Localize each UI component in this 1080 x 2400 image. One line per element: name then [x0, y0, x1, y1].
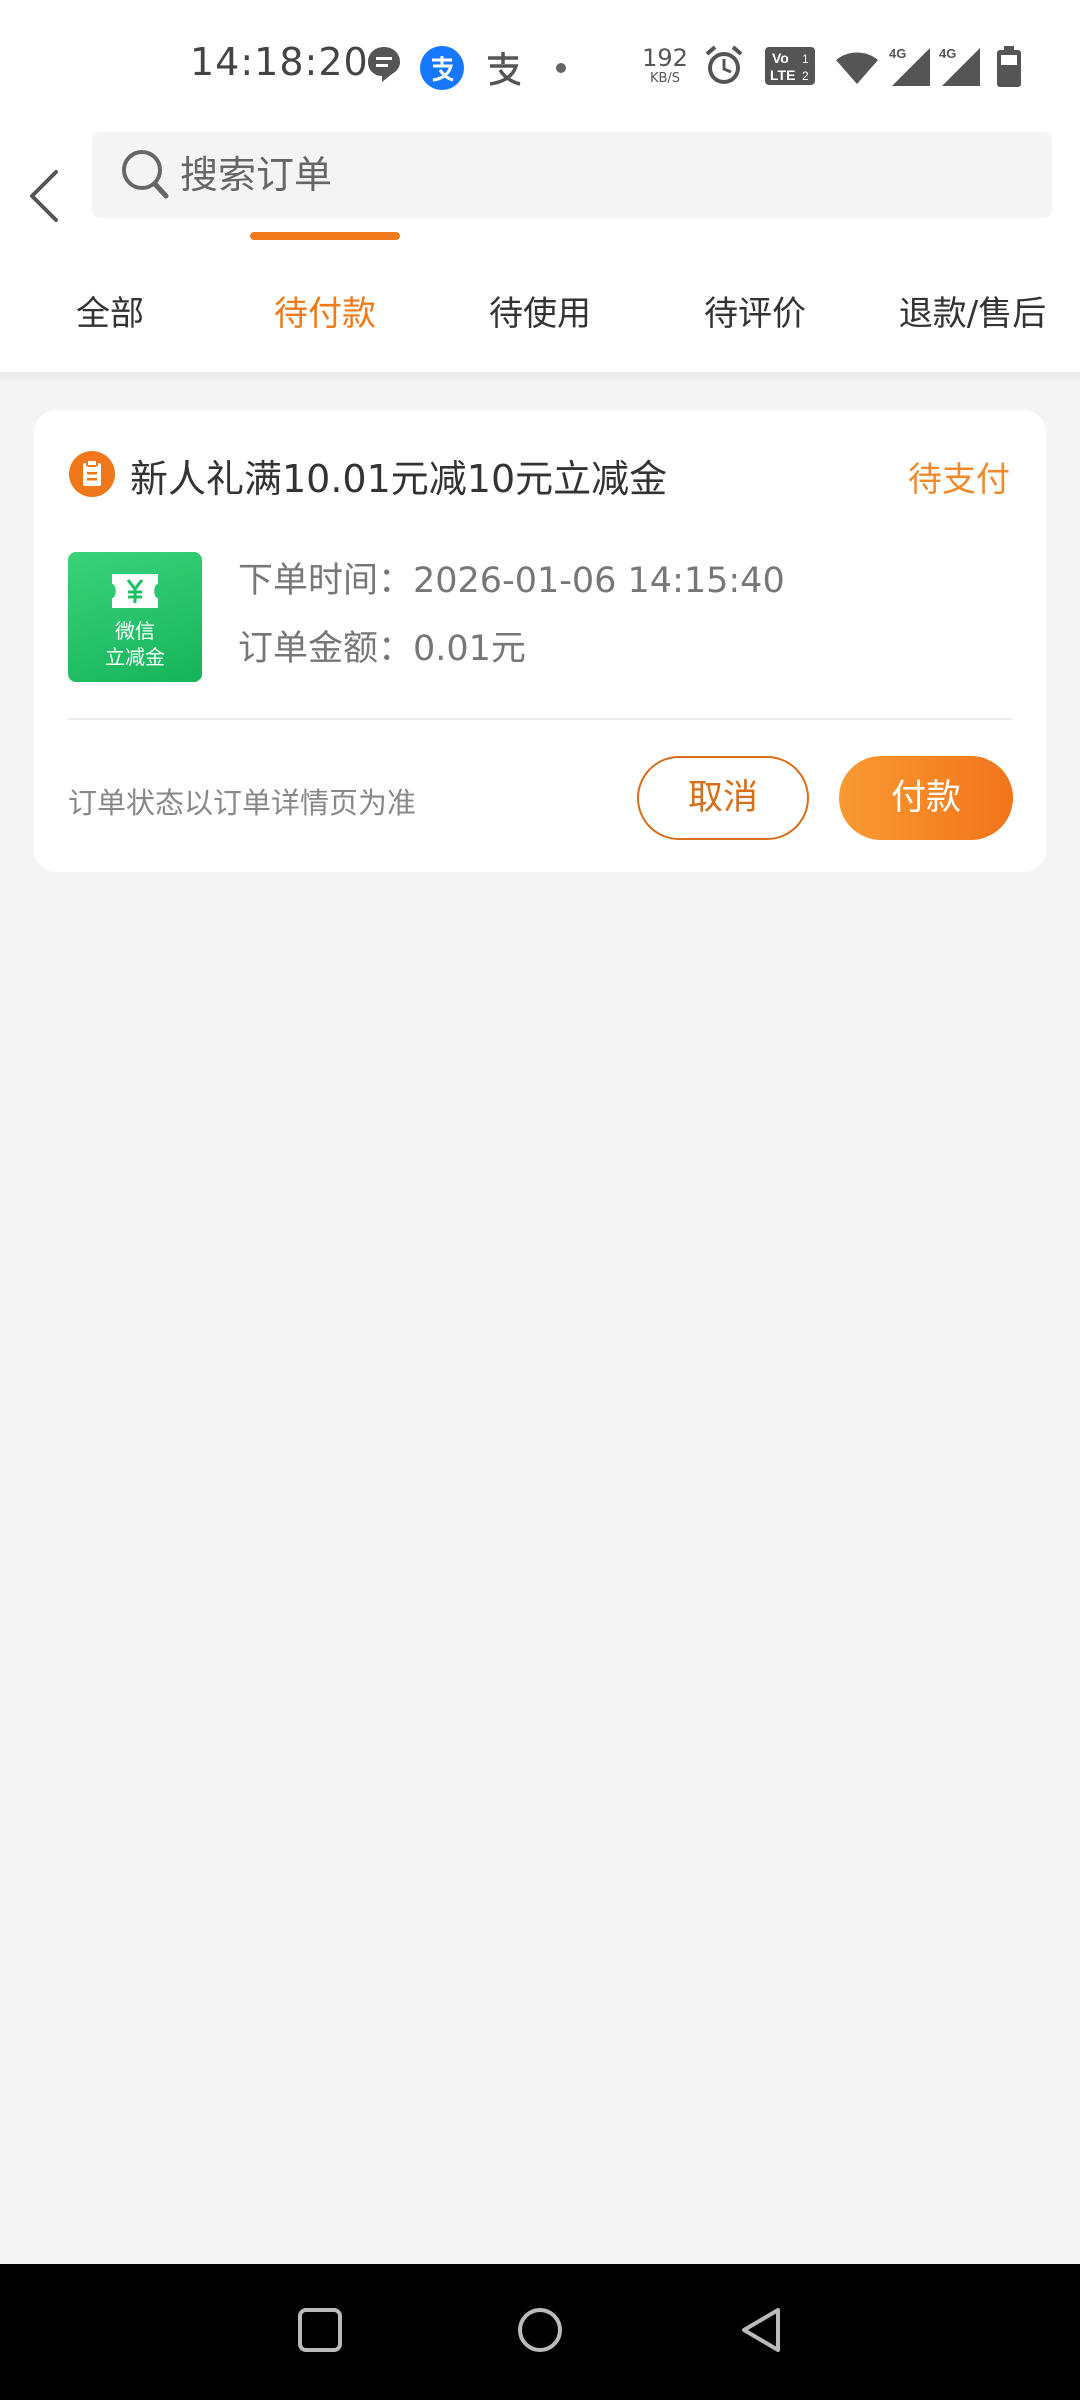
alipay-outline-icon — [488, 52, 521, 86]
battery-icon — [997, 46, 1021, 87]
header-shadow — [0, 372, 1080, 382]
recent-apps-button[interactable] — [296, 2304, 344, 2356]
search-box[interactable] — [92, 132, 1052, 218]
net-speed-indicator: 192 KB/S — [640, 46, 690, 85]
tab-pending-payment[interactable]: 待付款 — [245, 282, 405, 372]
order-status: 待支付 — [908, 460, 1010, 500]
thumb-text-line2: 立减金 — [105, 645, 165, 669]
svg-text:4G: 4G — [939, 46, 956, 61]
product-thumbnail: 微信 立减金 — [68, 552, 202, 682]
dot-icon — [556, 63, 566, 73]
back-nav-button[interactable] — [736, 2304, 788, 2356]
order-title: 新人礼满10.01元减10元立减金 — [130, 457, 668, 501]
search-input[interactable] — [178, 132, 1018, 218]
order-time: 下单时间：2026-01-06 14:15:40 — [238, 561, 785, 601]
order-card[interactable]: 新人礼满10.01元减10元立减金 待支付 微信 立减金 下单时间：2026-0… — [34, 410, 1046, 872]
search-icon — [122, 150, 169, 199]
alarm-icon — [705, 45, 743, 84]
thumb-text-line1: 微信 — [115, 619, 155, 643]
tab-refund-aftersale[interactable]: 退款/售后 — [885, 282, 1060, 372]
net-speed-value: 192 — [642, 44, 688, 72]
header: 全部 待付款 待使用 待评价 退款/售后 — [0, 132, 1080, 372]
home-button[interactable] — [514, 2304, 566, 2356]
svg-text:2: 2 — [802, 69, 809, 83]
order-clipboard-icon — [69, 451, 115, 497]
4g-signal-icon-2: 4G — [939, 46, 980, 86]
order-amount: 订单金额：0.01元 — [238, 629, 526, 669]
order-status-note: 订单状态以订单详情页为准 — [68, 786, 417, 820]
alipay-icon — [420, 46, 464, 90]
tab-pending-use[interactable]: 待使用 — [460, 282, 620, 372]
net-speed-unit: KB/S — [649, 71, 681, 86]
cancel-button[interactable]: 取消 — [637, 756, 809, 840]
volte-icon: Vo LTE 1 2 — [765, 47, 815, 85]
message-icon — [368, 47, 400, 82]
status-time: 14:18:20 — [190, 40, 369, 84]
svg-text:1: 1 — [802, 52, 809, 66]
tab-pending-review[interactable]: 待评价 — [675, 282, 835, 372]
order-tabs: 全部 待付款 待使用 待评价 退款/售后 — [0, 282, 1080, 372]
wifi-icon — [836, 52, 878, 84]
4g-signal-icon: 4G — [889, 46, 930, 86]
svg-text:LTE: LTE — [770, 67, 795, 83]
status-bar: 14:18:20 192 KB/S Vo LTE 1 2 4G 4G — [0, 0, 1080, 132]
pay-button[interactable]: 付款 — [839, 756, 1013, 840]
svg-text:4G: 4G — [889, 46, 906, 61]
card-divider — [68, 718, 1012, 720]
active-tab-indicator — [250, 232, 400, 240]
tab-all[interactable]: 全部 — [40, 282, 180, 372]
voucher-icon — [112, 574, 158, 608]
svg-text:Vo: Vo — [772, 50, 789, 66]
system-nav-bar — [0, 2264, 1080, 2400]
back-button[interactable] — [18, 150, 70, 240]
